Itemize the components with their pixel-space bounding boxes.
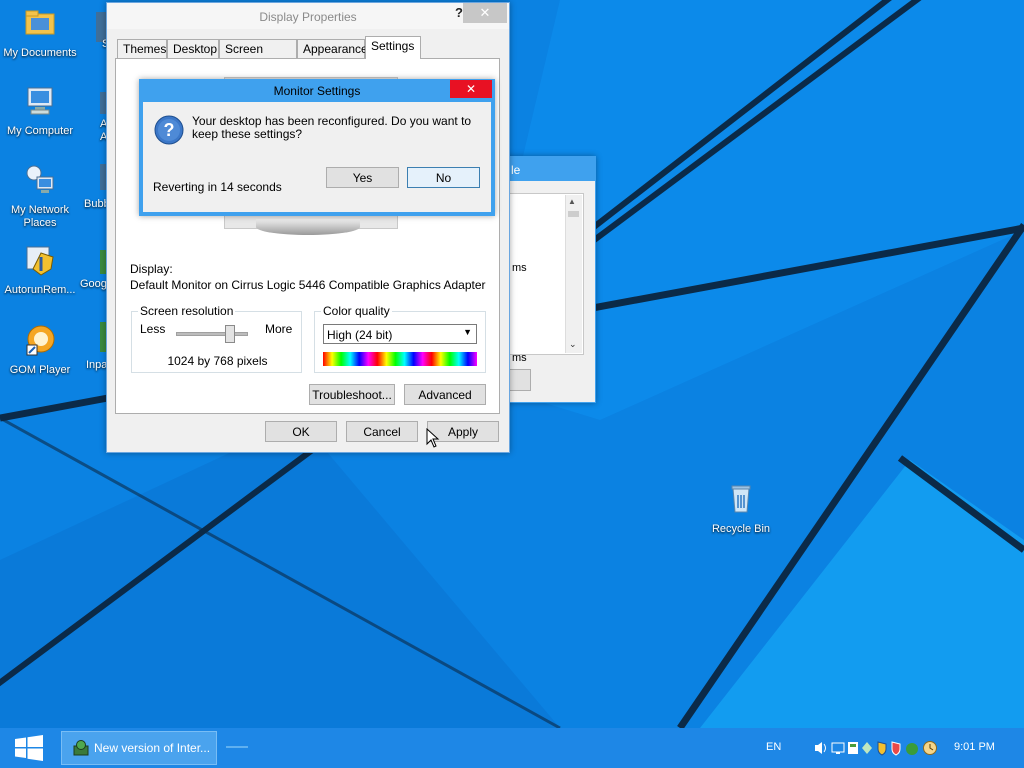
color-quality-label: Color quality	[321, 304, 392, 318]
clock-tray-icon	[923, 741, 937, 755]
no-button[interactable]: No	[407, 167, 480, 188]
color-quality-group: Color quality High (24 bit) ▼	[314, 304, 486, 373]
slider-less-label: Less	[140, 322, 166, 336]
clock[interactable]: 9:01 PM	[954, 741, 995, 753]
background-window-body: ms ms ▲ ⌄	[509, 181, 595, 402]
desktop-icon-recycle-bin[interactable]: Recycle Bin	[701, 482, 781, 536]
taskbar: New version of Inter... EN 9:01 PM	[0, 728, 1024, 768]
title-bar[interactable]: Display Properties ? ✕	[107, 3, 509, 29]
svg-text:?: ?	[164, 120, 175, 140]
monitor-stand	[256, 219, 360, 235]
antivirus-tray-icon	[891, 741, 901, 756]
network-tray-icon	[831, 742, 845, 754]
countdown-text: Reverting in 14 seconds	[153, 180, 282, 194]
folder-icon	[25, 10, 55, 35]
mouse-cursor-icon	[426, 428, 440, 448]
color-spectrum-preview	[323, 352, 477, 366]
security-tray-icon	[848, 742, 858, 754]
desktop-icon-label: GOM Player	[9, 364, 71, 376]
desktop-icon-gom-player[interactable]: GOM Player	[0, 323, 80, 377]
taskbar-app-button[interactable]: New version of Inter...	[61, 731, 217, 765]
partial-button[interactable]	[509, 369, 531, 391]
background-window-title: le	[511, 163, 521, 177]
close-button[interactable]: ✕	[463, 3, 507, 23]
color-quality-value: High (24 bit)	[327, 328, 393, 342]
taskbar-app-label: New version of Inter...	[94, 741, 211, 755]
scroll-down-icon[interactable]: ⌄	[569, 339, 577, 350]
tab-appearance[interactable]: Appearance	[297, 39, 368, 58]
slider-more-label: More	[265, 322, 293, 336]
background-window[interactable]: le ms ms ▲ ⌄	[498, 156, 596, 403]
dialog-body: ? Your desktop has been reconfigured. Do…	[143, 102, 491, 212]
list-item: ms	[512, 352, 527, 364]
yes-button[interactable]: Yes	[326, 167, 399, 188]
scroll-thumb[interactable]	[568, 211, 579, 217]
computer-icon	[27, 87, 53, 115]
dialog-title: Monitor Settings	[273, 84, 361, 98]
tab-screen-saver[interactable]: Screen Saver	[219, 39, 297, 75]
color-quality-select[interactable]: High (24 bit) ▼	[323, 324, 477, 344]
tab-desktop[interactable]: Desktop	[167, 39, 219, 58]
list-item: ms	[512, 262, 527, 274]
desktop-icon-label: My Computer	[6, 125, 74, 137]
tray-app-icon	[862, 742, 872, 754]
resolution-slider-track[interactable]	[176, 332, 248, 336]
tab-themes[interactable]: Themes	[117, 39, 167, 58]
tab-settings[interactable]: Settings	[365, 36, 421, 59]
advanced-button[interactable]: Advanced	[404, 384, 486, 405]
desktop-icon-my-computer[interactable]: My Computer	[0, 84, 80, 138]
cancel-button[interactable]: Cancel	[346, 421, 418, 442]
dialog-message: Your desktop has been reconfigured. Do y…	[192, 114, 472, 141]
network-icon	[26, 165, 54, 193]
desktop-icon-label: My Network Places	[10, 204, 70, 229]
desktop-icon-my-documents[interactable]: My Documents	[0, 6, 80, 60]
scrollbar[interactable]: ▲ ⌄	[565, 195, 582, 353]
partial-icon-label: Inpa	[86, 359, 108, 371]
partial-icon-label: Goog	[80, 278, 107, 290]
installer-icon	[73, 740, 89, 756]
system-tray	[815, 741, 937, 756]
question-icon: ?	[154, 115, 184, 145]
gom-player-icon	[26, 325, 55, 356]
display-value: Default Monitor on Cirrus Logic 5446 Com…	[130, 278, 486, 292]
resolution-value: 1024 by 768 pixels	[167, 354, 268, 368]
troubleshoot-button[interactable]: Troubleshoot...	[309, 384, 395, 405]
resolution-slider-thumb[interactable]	[224, 325, 235, 343]
shield-app-icon	[26, 246, 54, 276]
desktop-icon-label: My Documents	[3, 47, 77, 59]
update-tray-icon	[906, 743, 918, 755]
scroll-up-icon[interactable]: ▲	[568, 197, 576, 206]
recycle-bin-icon	[731, 485, 751, 513]
display-properties-window[interactable]: Display Properties ? ✕ Themes Desktop Sc…	[106, 2, 510, 453]
taskbar-separator	[226, 746, 248, 748]
display-label: Display:	[130, 262, 173, 276]
desktop-icon-label: AutorunRem...	[4, 284, 76, 296]
screen-resolution-label: Screen resolution	[138, 304, 236, 318]
language-indicator[interactable]: EN	[766, 741, 781, 753]
shield-tray-icon	[877, 741, 887, 756]
start-button[interactable]	[14, 735, 44, 761]
volume-icon	[815, 742, 826, 754]
monitor-settings-dialog[interactable]: Monitor Settings ✕ ? Your desktop has be…	[139, 79, 495, 216]
screen-resolution-group: Screen resolution Less More 1024 by 768 …	[131, 304, 302, 373]
ok-button[interactable]: OK	[265, 421, 337, 442]
desktop-icon-autorunrem[interactable]: AutorunRem...	[0, 243, 80, 297]
desktop-icon-label: Recycle Bin	[711, 523, 771, 535]
desktop-icon-my-network-places[interactable]: My Network Places	[0, 163, 80, 230]
dropdown-arrow-icon: ▼	[463, 327, 472, 337]
dialog-close-button[interactable]: ✕	[450, 80, 492, 98]
